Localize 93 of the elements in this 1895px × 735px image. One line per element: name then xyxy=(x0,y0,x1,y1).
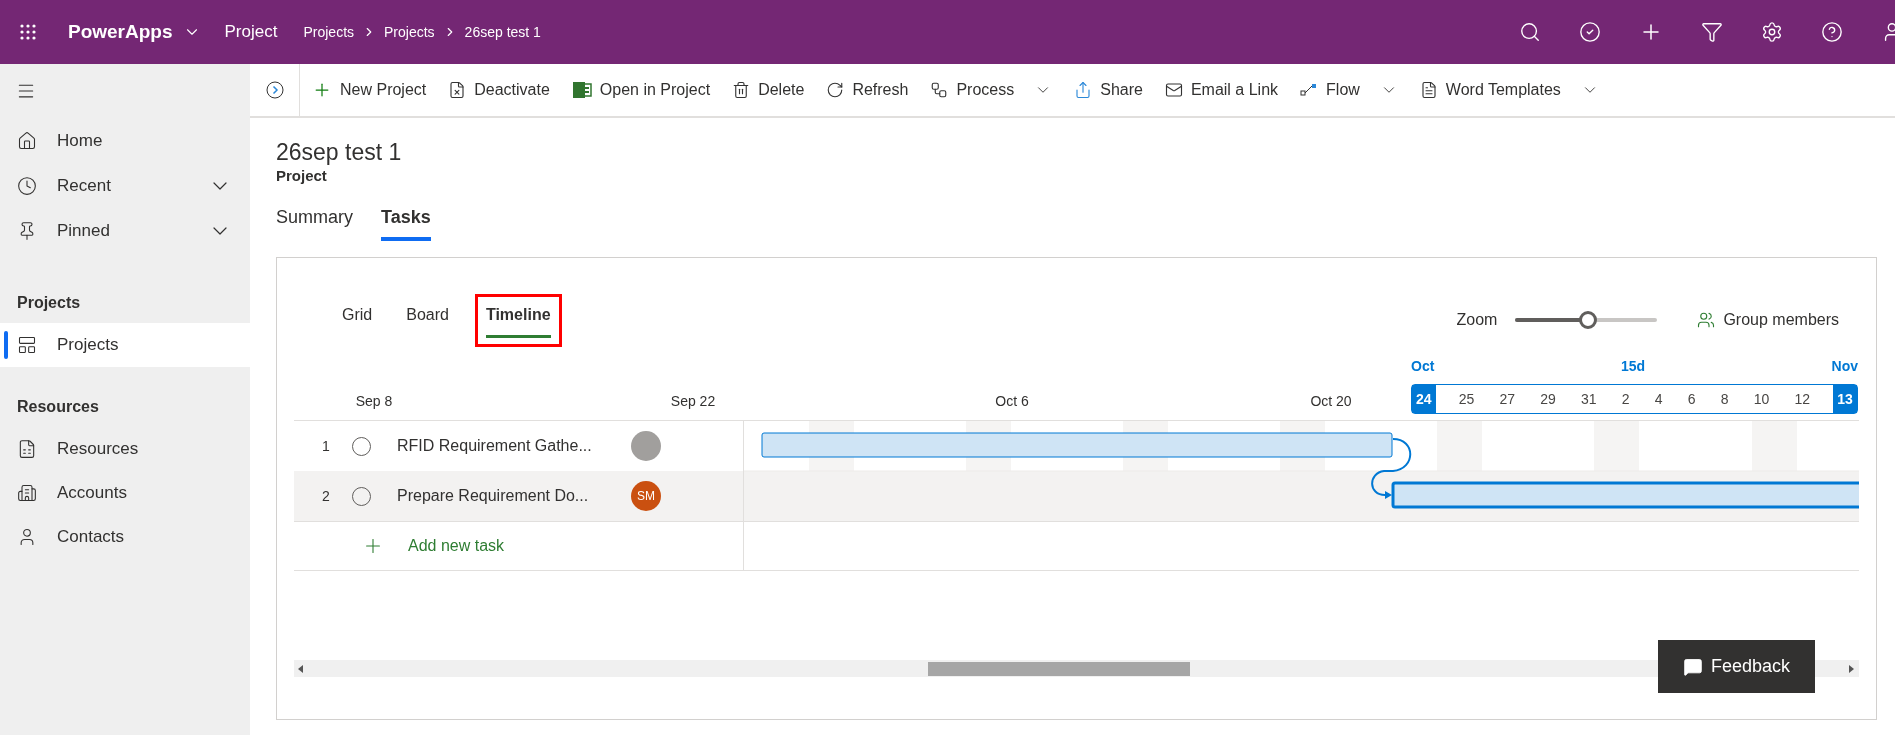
group-members-button[interactable]: Group members xyxy=(1697,308,1839,332)
trash-icon xyxy=(732,81,751,99)
row-number: 1 xyxy=(322,436,331,456)
file-cross-icon xyxy=(448,81,467,99)
nav-item[interactable]: Contacts xyxy=(0,515,250,559)
project-file-icon xyxy=(571,80,592,100)
dependency-arrow xyxy=(1371,438,1412,499)
nav-item[interactable]: Pinned xyxy=(0,208,250,253)
day-label: 2 xyxy=(1620,389,1631,409)
tab[interactable]: Tasks xyxy=(381,204,431,241)
avatar-placeholder xyxy=(631,431,661,461)
day-label: 8 xyxy=(1719,389,1730,409)
nav-item[interactable]: Projects xyxy=(0,323,250,367)
word-document-icon xyxy=(1419,81,1438,99)
nav-item[interactable]: Accounts xyxy=(0,471,250,515)
day-label: 29 xyxy=(1539,389,1557,409)
date-label: Oct 6 xyxy=(994,392,1030,411)
speech-bubble-icon xyxy=(1682,656,1703,677)
flow-icon xyxy=(1300,83,1319,97)
zoom-label: Zoom xyxy=(1456,310,1498,330)
horizontal-scrollbar[interactable] xyxy=(294,660,1859,677)
day-label: 24 xyxy=(1412,385,1436,413)
day-label: 6 xyxy=(1686,389,1697,409)
date-label: Oct 20 xyxy=(1309,392,1353,411)
toolbar-button[interactable]: Refresh xyxy=(826,70,909,110)
toolbar-button[interactable]: Flow xyxy=(1300,70,1398,110)
record-type: Project xyxy=(276,166,328,186)
clock-icon xyxy=(17,175,37,196)
task-row[interactable]: 2 Prepare Requirement Do... SM xyxy=(294,471,743,521)
breadcrumb-link[interactable]: 26sep test 1 xyxy=(464,21,541,43)
section-heading: Projects xyxy=(17,293,81,313)
tab[interactable]: Summary xyxy=(276,204,353,241)
refresh-icon xyxy=(826,81,845,99)
app-launcher-icon[interactable] xyxy=(19,23,37,41)
nav-item[interactable]: Home xyxy=(0,118,250,163)
scroll-left-icon[interactable] xyxy=(298,664,304,673)
toolbar-button[interactable]: Deactivate xyxy=(448,70,550,110)
range-span: 15d xyxy=(1620,356,1645,376)
nav-item[interactable]: Resources xyxy=(0,427,250,471)
day-label: 10 xyxy=(1752,389,1771,409)
search-icon[interactable] xyxy=(1519,21,1541,43)
day-label: 12 xyxy=(1793,389,1812,409)
toolbar-button[interactable]: Share xyxy=(1074,70,1143,110)
day-label: 27 xyxy=(1498,389,1517,409)
area-name[interactable]: Project xyxy=(224,19,278,45)
view-tab[interactable]: Timeline xyxy=(474,293,562,347)
task-name[interactable]: RFID Requirement Gathe... xyxy=(397,434,617,458)
settings-icon[interactable] xyxy=(1761,21,1783,43)
mail-icon xyxy=(1164,81,1183,99)
date-label: Sep 22 xyxy=(669,392,717,411)
day-label: 13 xyxy=(1833,385,1857,413)
toolbar-button[interactable]: Word Templates xyxy=(1419,70,1599,110)
date-label: Sep 8 xyxy=(354,392,394,411)
view-tab[interactable]: Board xyxy=(398,296,457,344)
section-heading: Resources xyxy=(17,397,99,417)
app-name[interactable]: PowerApps xyxy=(68,17,173,47)
view-tab[interactable]: Grid xyxy=(334,296,381,344)
feedback-button[interactable]: Feedback xyxy=(1658,640,1815,693)
resource-list-icon xyxy=(17,439,37,459)
breadcrumb-link[interactable]: Projects xyxy=(303,21,355,43)
check-circle-icon[interactable] xyxy=(1579,21,1601,43)
people-icon xyxy=(1697,311,1716,329)
toolbar-button[interactable]: Delete xyxy=(732,70,805,110)
board-icon xyxy=(17,335,37,355)
range-end-month: Nov xyxy=(1831,356,1858,376)
add-task-link[interactable]: Add new task xyxy=(408,534,505,558)
building-icon xyxy=(17,483,37,503)
record-title: 26sep test 1 xyxy=(276,138,403,166)
expand-circle-icon[interactable] xyxy=(265,81,284,99)
help-icon[interactable] xyxy=(1821,21,1843,43)
filter-icon[interactable] xyxy=(1701,21,1723,43)
day-label: 4 xyxy=(1653,389,1664,409)
toolbar-button[interactable]: Open in Project xyxy=(571,70,711,110)
breadcrumb-link[interactable]: Projects xyxy=(384,21,435,43)
avatar: SM xyxy=(631,481,661,511)
home-icon xyxy=(17,130,37,151)
day-label: 31 xyxy=(1580,389,1598,409)
scroll-right-icon[interactable] xyxy=(1849,664,1855,673)
nav-item[interactable]: Recent xyxy=(0,163,250,208)
share-icon xyxy=(1074,81,1093,99)
scrollbar-thumb[interactable] xyxy=(928,661,1190,676)
toolbar-button[interactable]: Email a Link xyxy=(1164,70,1279,110)
range-start-month: Oct xyxy=(1411,356,1435,376)
toolbar-button[interactable]: New Project xyxy=(312,70,427,110)
date-range-bar[interactable]: 24 25 27 29 31 2 4 6 8 10 12 13 xyxy=(1411,384,1858,414)
slider-thumb[interactable] xyxy=(1578,311,1597,329)
row-number: 2 xyxy=(322,486,331,506)
toolbar-button[interactable]: Process xyxy=(930,70,1053,110)
task-bar[interactable] xyxy=(1391,481,1859,509)
task-name[interactable]: Prepare Requirement Do... xyxy=(397,484,617,508)
day-label: 25 xyxy=(1457,389,1476,409)
zoom-slider[interactable] xyxy=(1515,310,1658,330)
process-icon xyxy=(930,81,949,99)
